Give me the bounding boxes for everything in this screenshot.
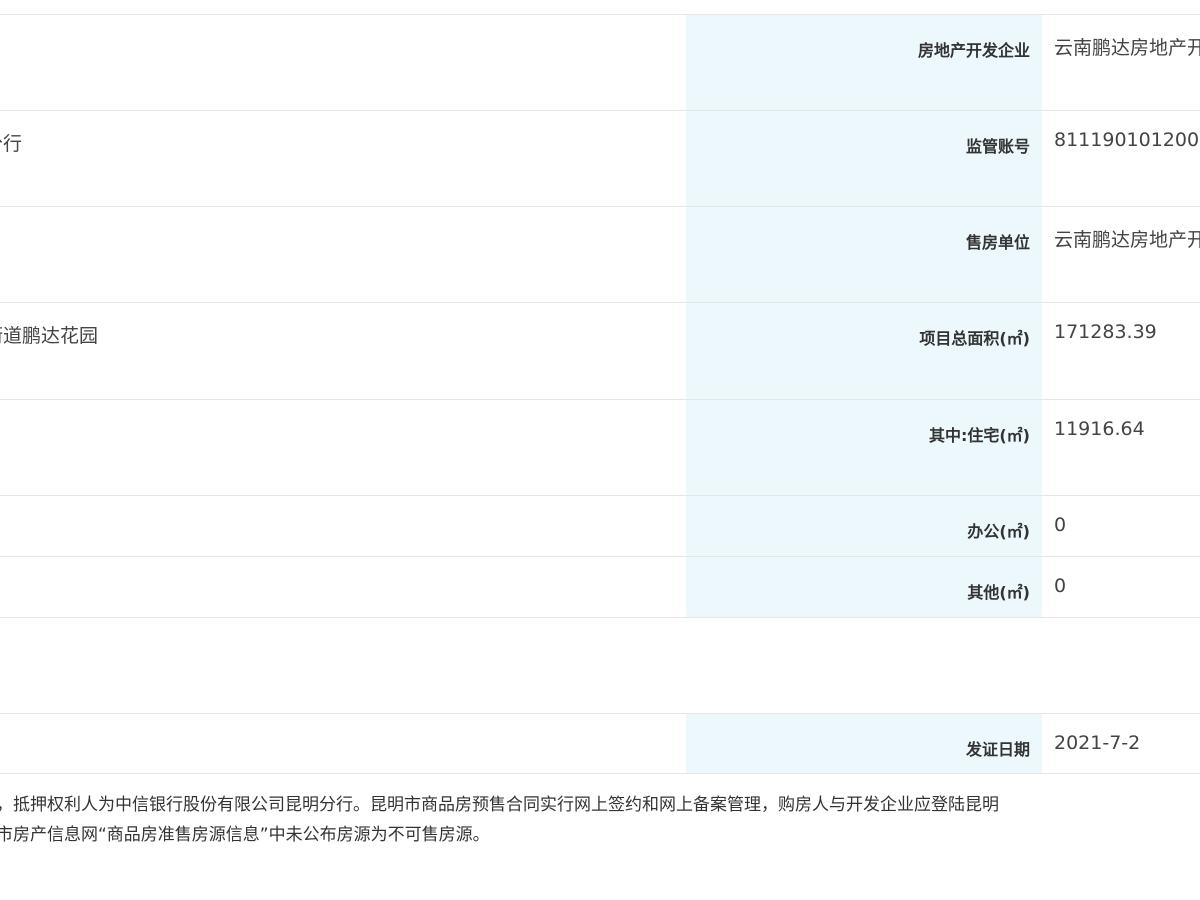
developer-value: 云南鹏达房地产开 bbox=[1054, 37, 1200, 59]
label-cell: 售房单位 bbox=[686, 207, 1042, 302]
value-cell: 0 bbox=[1042, 557, 1200, 617]
label-cell: 发证日期 bbox=[686, 714, 1042, 773]
table-row-empty bbox=[0, 618, 1200, 714]
other-area-label: 其他(㎡) bbox=[967, 583, 1030, 602]
sales-unit-label: 售房单位 bbox=[965, 233, 1030, 252]
left-cell bbox=[0, 557, 686, 617]
issue-date-value: 2021-7-2 bbox=[1054, 732, 1141, 754]
developer-label: 房地产开发企业 bbox=[917, 41, 1030, 60]
table-row-other-area: 其他(㎡) 0 bbox=[0, 557, 1200, 618]
left-cell-text: 街道鹏达花园 bbox=[0, 325, 99, 347]
footnote: ，抵押权利人为中信银行股份有限公司昆明分行。昆明市商品房预售合同实行网上签约和网… bbox=[0, 790, 1200, 850]
residential-area-label: 其中:住宅(㎡) bbox=[928, 426, 1030, 445]
table-row-office-area: 办公(㎡) 0 bbox=[0, 496, 1200, 557]
office-area-value: 0 bbox=[1054, 514, 1067, 536]
footnote-line-2: 市房产信息网“商品房准售房源信息”中未公布房源为不可售房源。 bbox=[0, 825, 490, 845]
table-row-developer: 房地产开发企业 云南鹏达房地产开 bbox=[0, 15, 1200, 111]
total-area-label: 项目总面积(㎡) bbox=[919, 329, 1030, 348]
left-cell bbox=[0, 496, 686, 556]
left-cell: 分行 bbox=[0, 111, 686, 206]
left-cell bbox=[0, 207, 686, 302]
value-cell: 0 bbox=[1042, 496, 1200, 556]
left-cell bbox=[0, 714, 686, 773]
label-cell: 房地产开发企业 bbox=[686, 15, 1042, 110]
table-row-sales-unit: 售房单位 云南鹏达房地产开 bbox=[0, 207, 1200, 303]
table-row-residential-area: 其中:住宅(㎡) 11916.64 bbox=[0, 400, 1200, 496]
left-cell-text: 分行 bbox=[0, 133, 23, 155]
table-row-total-area: 街道鹏达花园 项目总面积(㎡) 171283.39 bbox=[0, 303, 1200, 400]
value-cell: 云南鹏达房地产开 bbox=[1042, 15, 1200, 110]
label-cell: 监管账号 bbox=[686, 111, 1042, 206]
footnote-line-1: ，抵押权利人为中信银行股份有限公司昆明分行。昆明市商品房预售合同实行网上签约和网… bbox=[0, 795, 999, 815]
value-cell: 2021-7-2 bbox=[1042, 714, 1200, 773]
supervision-account-value: 81119010120000 bbox=[1054, 129, 1200, 151]
supervision-account-label: 监管账号 bbox=[965, 137, 1030, 156]
other-area-value: 0 bbox=[1054, 575, 1067, 597]
office-area-label: 办公(㎡) bbox=[967, 522, 1030, 541]
table-row-issue-date: 发证日期 2021-7-2 bbox=[0, 714, 1200, 774]
sales-unit-value: 云南鹏达房地产开 bbox=[1054, 229, 1200, 251]
left-cell: 街道鹏达花园 bbox=[0, 303, 686, 399]
label-cell: 办公(㎡) bbox=[686, 496, 1042, 556]
label-cell: 其中:住宅(㎡) bbox=[686, 400, 1042, 495]
value-cell: 81119010120000 bbox=[1042, 111, 1200, 206]
total-area-value: 171283.39 bbox=[1054, 321, 1157, 343]
left-cell bbox=[0, 15, 686, 110]
label-cell: 项目总面积(㎡) bbox=[686, 303, 1042, 399]
issue-date-label: 发证日期 bbox=[965, 740, 1030, 759]
residential-area-value: 11916.64 bbox=[1054, 418, 1145, 440]
label-cell: 其他(㎡) bbox=[686, 557, 1042, 617]
value-cell: 云南鹏达房地产开 bbox=[1042, 207, 1200, 302]
value-cell: 11916.64 bbox=[1042, 400, 1200, 495]
presale-permit-detail: 房地产开发企业 云南鹏达房地产开 分行 监管账号 81119010120000 … bbox=[0, 0, 1200, 900]
value-cell: 171283.39 bbox=[1042, 303, 1200, 399]
table-row-supervision-account: 分行 监管账号 81119010120000 bbox=[0, 111, 1200, 207]
left-cell bbox=[0, 400, 686, 495]
